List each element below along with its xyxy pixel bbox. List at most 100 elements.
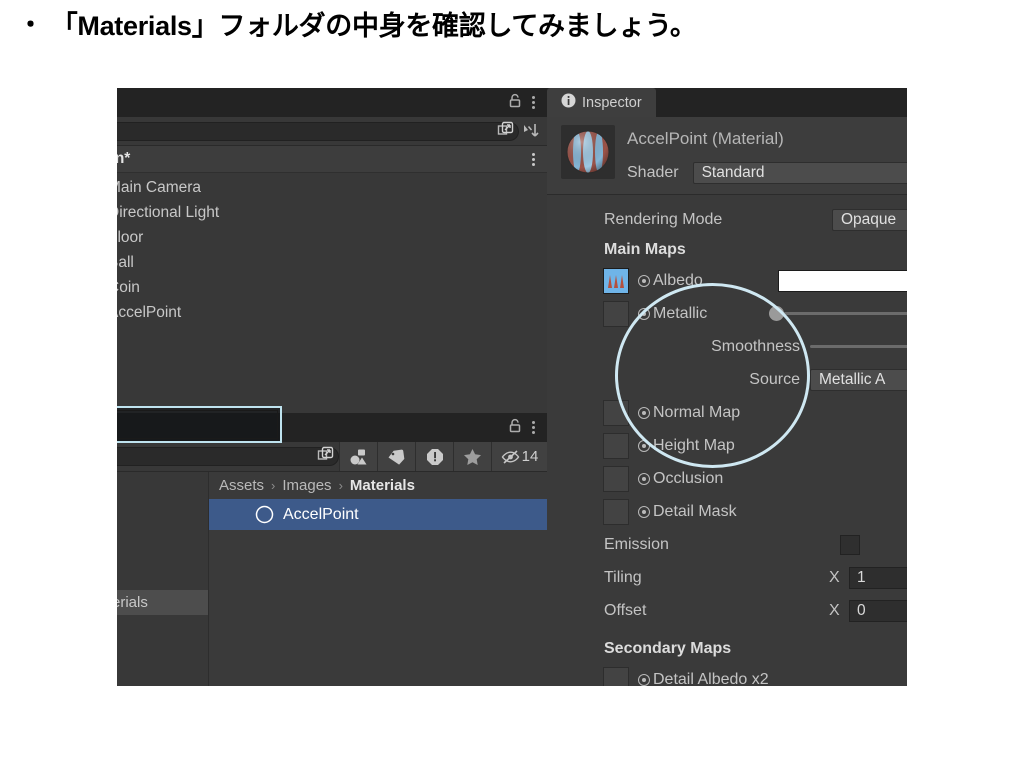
hierarchy-item[interactable]: AccelPoint (117, 300, 547, 325)
filter-by-label-icon[interactable] (377, 442, 415, 471)
material-asset-icon (255, 505, 274, 524)
detail-mask-target-icon[interactable] (638, 505, 650, 518)
slide-headline: ・ 「Materials」フォルダの中身を確認してみましょう。 (18, 10, 697, 44)
albedo-target-icon[interactable] (638, 274, 650, 287)
hierarchy-item-label: AccelPoint (117, 303, 182, 321)
tree-item-images[interactable]: nages (117, 565, 208, 590)
asset-list-item-accelpoint[interactable]: AccelPoint (209, 499, 547, 530)
lock-icon[interactable] (508, 93, 522, 112)
offset-x-input[interactable]: 0 (849, 599, 907, 622)
inspector-tabstrip: Inspector (547, 88, 907, 117)
tab-inspector[interactable]: Inspector (547, 88, 656, 117)
popout-icon[interactable] (497, 121, 514, 141)
detail-mask-row: Detail Mask (547, 495, 907, 528)
breadcrumb-current: Materials (349, 477, 415, 494)
hierarchy-scene-name: Main* (117, 150, 131, 167)
filter-by-type-icon[interactable] (339, 442, 377, 471)
hierarchy-item[interactable]: Ball (117, 250, 547, 275)
hierarchy-item-label: Directional Light (117, 203, 220, 221)
tree-item-csharp[interactable]: # (117, 540, 208, 565)
breadcrumb-separator-icon: › (338, 478, 343, 493)
headline-text: 「Materials」フォルダの中身を確認してみましょう。 (50, 11, 697, 41)
shader-label: Shader (627, 164, 679, 181)
inspector-panel: Inspector AccelPoint (Material) Shader S… (547, 88, 907, 686)
hierarchy-panel: rchy All (117, 88, 547, 413)
hierarchy-item-label: Ball (117, 253, 134, 271)
lock-icon[interactable] (508, 418, 522, 437)
main-maps-header: Main Maps (604, 241, 686, 258)
detail-albedo-texture-slot[interactable] (603, 666, 629, 686)
metallic-row: Metallic (547, 297, 907, 330)
popout-icon[interactable] (317, 446, 334, 467)
hierarchy-item[interactable]: Main Camera (117, 175, 547, 200)
metallic-target-icon[interactable] (638, 307, 650, 320)
tiling-axis-label: X (829, 568, 840, 586)
detail-mask-texture-slot[interactable] (603, 498, 629, 525)
hidden-items-count: 14 (521, 448, 539, 465)
bullet-dot: ・ (18, 11, 43, 39)
project-tabstrip: ct (117, 413, 547, 442)
emission-row: Emission (547, 528, 907, 561)
tree-item-favorites[interactable]: orites (117, 476, 208, 501)
tree-item-assets[interactable]: ets (117, 515, 208, 540)
favorites-star-icon[interactable] (453, 442, 491, 471)
height-map-target-icon[interactable] (638, 439, 650, 452)
metallic-slider[interactable] (769, 303, 907, 325)
hierarchy-tabstrip: rchy (117, 88, 547, 117)
source-label: Source (749, 370, 800, 388)
tree-item-scenes[interactable]: cenes (117, 640, 208, 665)
albedo-row: Albedo (547, 264, 907, 297)
project-search-input[interactable] (117, 446, 339, 467)
hierarchy-search-input[interactable]: All (117, 121, 519, 141)
hierarchy-item-label: Floor (117, 228, 144, 246)
project-menu-icon[interactable] (532, 419, 536, 436)
offset-label: Offset (604, 601, 647, 619)
rendering-mode-dropdown[interactable]: Opaque (832, 208, 907, 231)
height-map-texture-slot[interactable] (603, 432, 629, 459)
tiling-label: Tiling (604, 568, 642, 586)
source-dropdown[interactable]: Metallic A (810, 368, 907, 391)
shader-dropdown[interactable]: Standard (692, 162, 907, 184)
breadcrumb-mid[interactable]: Images (282, 477, 331, 494)
project-content-pane: Assets › Images › Materials AccelPoint (209, 472, 547, 686)
normal-map-target-icon[interactable] (638, 406, 650, 419)
detail-mask-label: Detail Mask (653, 502, 737, 520)
project-body: orites ets # nages (117, 472, 547, 686)
metallic-label: Metallic (653, 304, 708, 322)
emission-checkbox[interactable] (840, 534, 860, 555)
tree-item-images-materials[interactable]: Materials (117, 590, 208, 615)
tree-item-materials[interactable]: aterials (117, 615, 208, 640)
scene-menu-icon[interactable] (532, 151, 536, 168)
material-preview-sphere (566, 130, 610, 174)
breadcrumb-root[interactable]: Assets (219, 477, 264, 494)
albedo-texture-slot[interactable] (603, 267, 629, 294)
hierarchy-item-label: Main Camera (117, 178, 202, 196)
detail-albedo-target-icon[interactable] (638, 673, 650, 686)
inspector-body: Rendering Mode Opaque Main Maps Albedo M… (547, 195, 907, 686)
metallic-texture-slot[interactable] (603, 300, 629, 327)
tree-item-sounds[interactable]: ounds (117, 665, 208, 686)
hierarchy-sort-icon[interactable] (519, 121, 543, 142)
hierarchy-menu-icon[interactable] (532, 94, 536, 111)
source-row: Source Metallic A (547, 363, 907, 396)
hierarchy-item[interactable]: Floor (117, 225, 547, 250)
unity-editor-screenshot: rchy All (117, 88, 907, 686)
smoothness-slider[interactable] (810, 336, 907, 358)
hierarchy-scene-row[interactable]: Main* (117, 146, 547, 173)
inspector-asset-title: AccelPoint (Material) (627, 129, 784, 148)
occlusion-texture-slot[interactable] (603, 465, 629, 492)
rendering-mode-label: Rendering Mode (604, 210, 723, 228)
occlusion-label: Occlusion (653, 469, 724, 487)
occlusion-target-icon[interactable] (638, 472, 650, 485)
warning-filter-icon[interactable] (415, 442, 453, 471)
hierarchy-item[interactable]: Directional Light (117, 200, 547, 225)
albedo-color-swatch[interactable] (777, 269, 907, 292)
material-preview (561, 125, 615, 179)
offset-axis-label: X (829, 601, 840, 619)
hidden-items-icon[interactable]: 14 (491, 442, 547, 471)
asset-label: AccelPoint (283, 505, 359, 523)
hierarchy-item[interactable]: Coin (117, 275, 547, 300)
tiling-x-input[interactable]: 1 (849, 566, 907, 589)
normal-map-texture-slot[interactable] (603, 399, 629, 426)
main-maps-header-row: Main Maps (547, 236, 907, 264)
